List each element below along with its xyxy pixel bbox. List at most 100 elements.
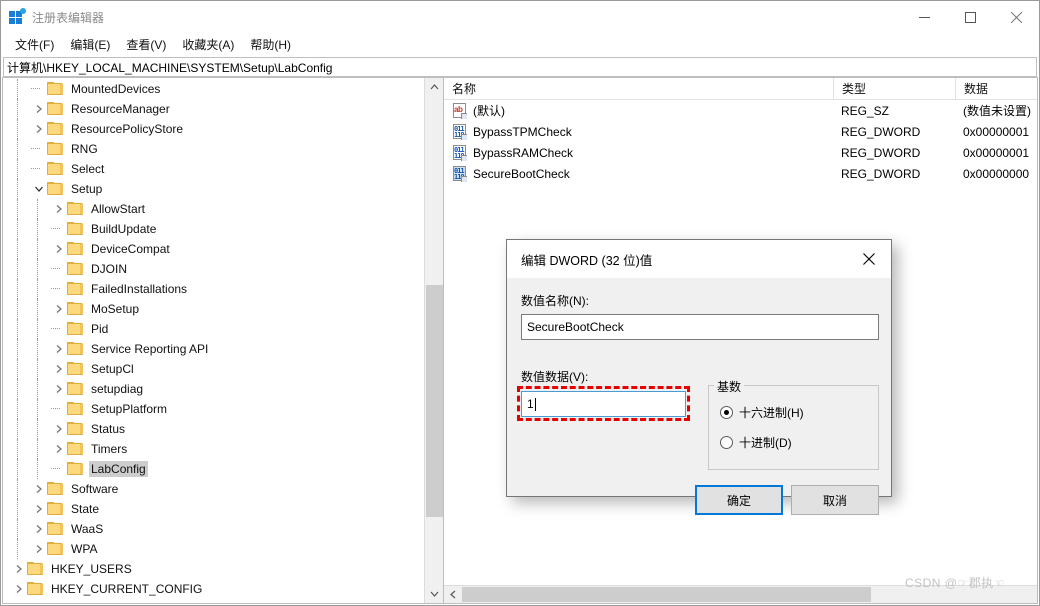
tree-item-setupplatform[interactable]: SetupPlatform: [3, 399, 424, 419]
tree-item-timers[interactable]: Timers: [3, 439, 424, 459]
value-row[interactable]: ab (默认) REG_SZ (数值未设置): [444, 100, 1037, 121]
expand-chevron-icon[interactable]: [51, 419, 67, 439]
value-row[interactable]: 011 110 SecureBootCheck REG_DWORD 0x00000000: [444, 163, 1037, 184]
registry-tree[interactable]: MountedDevices ResourceManager ResourcePol…: [3, 78, 424, 603]
expand-chevron-icon[interactable]: [51, 299, 67, 319]
edit-dword-dialog: 编辑 DWORD (32 位)值 数值名称(N): SecureBootChec…: [506, 239, 892, 515]
tree-vertical-scrollbar[interactable]: [424, 78, 443, 603]
column-header-type[interactable]: 类型: [833, 78, 955, 100]
tree-item-label: Setup: [71, 182, 103, 196]
ok-button[interactable]: 确定: [695, 485, 783, 515]
tree-item-allowstart[interactable]: AllowStart: [3, 199, 424, 219]
column-header-data[interactable]: 数据: [955, 78, 1037, 100]
tree-item-devicecompat[interactable]: DeviceCompat: [3, 239, 424, 259]
expand-chevron-icon[interactable]: [51, 339, 67, 359]
value-data-label: 数值数据(V):: [521, 370, 589, 384]
tree-item-rng[interactable]: RNG: [3, 139, 424, 159]
tree-item-label: DeviceCompat: [91, 242, 170, 256]
tree-item-label: ResourceManager: [71, 102, 170, 116]
expand-chevron-icon[interactable]: [51, 439, 67, 459]
tree-item-resourcepolicystore[interactable]: ResourcePolicyStore: [3, 119, 424, 139]
tree-item-resourcemanager[interactable]: ResourceManager: [3, 99, 424, 119]
value-name-cell: 011 110 BypassTPMCheck: [444, 121, 833, 142]
cancel-button[interactable]: 取消: [791, 485, 879, 515]
expand-chevron-icon[interactable]: [51, 379, 67, 399]
menu-help[interactable]: 帮助(H): [242, 34, 299, 55]
menu-favorites[interactable]: 收藏夹(A): [174, 34, 242, 55]
maximize-button[interactable]: [947, 1, 993, 33]
tree-item-select[interactable]: Select: [3, 159, 424, 179]
tree-item-software[interactable]: Software: [3, 479, 424, 499]
scroll-down-button[interactable]: [425, 585, 443, 603]
radio-hexadecimal[interactable]: 十六进制(H): [720, 404, 804, 421]
tree-item-wpa[interactable]: WPA: [3, 539, 424, 559]
address-bar[interactable]: 计算机\HKEY_LOCAL_MACHINE\SYSTEM\Setup\LabC…: [3, 57, 1037, 77]
tree-item-labconfig[interactable]: LabConfig: [3, 459, 424, 479]
base-group-box: [708, 385, 879, 470]
expand-chevron-icon[interactable]: [11, 559, 27, 579]
expand-chevron-icon[interactable]: [11, 579, 27, 599]
tree-item-status[interactable]: Status: [3, 419, 424, 439]
tree-item-label: setupdiag: [91, 382, 144, 396]
tree-item-state[interactable]: State: [3, 499, 424, 519]
expand-chevron-icon[interactable]: [31, 479, 47, 499]
folder-icon: [67, 282, 84, 296]
expand-chevron-icon[interactable]: [51, 239, 67, 259]
value-name-input[interactable]: SecureBootCheck: [521, 314, 879, 340]
value-type-cell: REG_DWORD: [841, 145, 921, 160]
tree-item-hkey-current-config[interactable]: HKEY_CURRENT_CONFIG: [3, 579, 424, 599]
tree-item-label: HKEY_USERS: [51, 562, 132, 576]
menu-file[interactable]: 文件(F): [7, 34, 62, 55]
value-data-input[interactable]: 1: [521, 391, 686, 417]
close-button[interactable]: [993, 1, 1039, 33]
menu-edit[interactable]: 编辑(E): [62, 34, 118, 55]
tree-item-setupdiag[interactable]: setupdiag: [3, 379, 424, 399]
registry-editor-window: 注册表编辑器 文件(F) 编辑(E) 查看(V) 收藏夹(A) 帮助(H) 计算…: [0, 0, 1040, 606]
expand-chevron-icon[interactable]: [31, 519, 47, 539]
radio-decimal-indicator: [720, 436, 733, 449]
expand-chevron-icon[interactable]: [31, 99, 47, 119]
binary-value-icon: 011 110: [452, 165, 468, 182]
binary-value-icon: 011 110: [452, 123, 468, 140]
value-data-cell: (数值未设置): [963, 104, 1031, 118]
value-name-text: SecureBootCheck: [473, 166, 570, 181]
tree-item-label: WaaS: [71, 522, 104, 536]
tree-item-buildupdate[interactable]: BuildUpdate: [3, 219, 424, 239]
dialog-title-bar: 编辑 DWORD (32 位)值: [507, 240, 891, 278]
collapse-chevron-icon[interactable]: [31, 179, 47, 199]
tree-item-setupcl[interactable]: SetupCl: [3, 359, 424, 379]
menu-view[interactable]: 查看(V): [118, 34, 174, 55]
tree-item-failedinstallations[interactable]: FailedInstallations: [3, 279, 424, 299]
expand-chevron-icon[interactable]: [31, 499, 47, 519]
tree-item-waas[interactable]: WaaS: [3, 519, 424, 539]
value-data-cell: 0x00000001: [963, 124, 1030, 139]
tree-scroll-thumb[interactable]: [426, 285, 443, 517]
value-row[interactable]: 011 110 BypassRAMCheck REG_DWORD 0x00000001: [444, 142, 1037, 163]
expand-chevron-icon[interactable]: [51, 359, 67, 379]
column-header-name[interactable]: 名称: [444, 78, 833, 100]
radio-decimal[interactable]: 十进制(D): [720, 434, 792, 451]
expand-chevron-icon[interactable]: [51, 199, 67, 219]
minimize-button[interactable]: [901, 1, 947, 33]
folder-icon: [67, 242, 84, 256]
tree-item-setup[interactable]: Setup: [3, 179, 424, 199]
scroll-up-button[interactable]: [425, 78, 443, 96]
value-name-text: BypassRAMCheck: [473, 145, 574, 160]
dialog-close-button[interactable]: [846, 240, 891, 278]
tree-item-pid[interactable]: Pid: [3, 319, 424, 339]
values-scroll-thumb[interactable]: [462, 587, 871, 602]
folder-icon: [67, 382, 84, 396]
tree-item-djoin[interactable]: DJOIN: [3, 259, 424, 279]
value-name-cell: 011 110 SecureBootCheck: [444, 163, 833, 184]
expand-chevron-icon[interactable]: [31, 539, 47, 559]
tree-item-mosetup[interactable]: MoSetup: [3, 299, 424, 319]
tree-item-mounteddevices[interactable]: MountedDevices: [3, 79, 424, 99]
values-list[interactable]: ab (默认) REG_SZ (数值未设置) 011 110 BypassTPMCheck R…: [444, 100, 1037, 184]
tree-item-label: HKEY_CURRENT_CONFIG: [51, 582, 203, 596]
expand-chevron-icon[interactable]: [31, 119, 47, 139]
tree-item-service-reporting-api[interactable]: Service Reporting API: [3, 339, 424, 359]
tree-item-hkey-users[interactable]: HKEY_USERS: [3, 559, 424, 579]
folder-icon: [67, 442, 84, 456]
value-row[interactable]: 011 110 BypassTPMCheck REG_DWORD 0x00000001: [444, 121, 1037, 142]
scroll-left-button[interactable]: [444, 586, 462, 603]
